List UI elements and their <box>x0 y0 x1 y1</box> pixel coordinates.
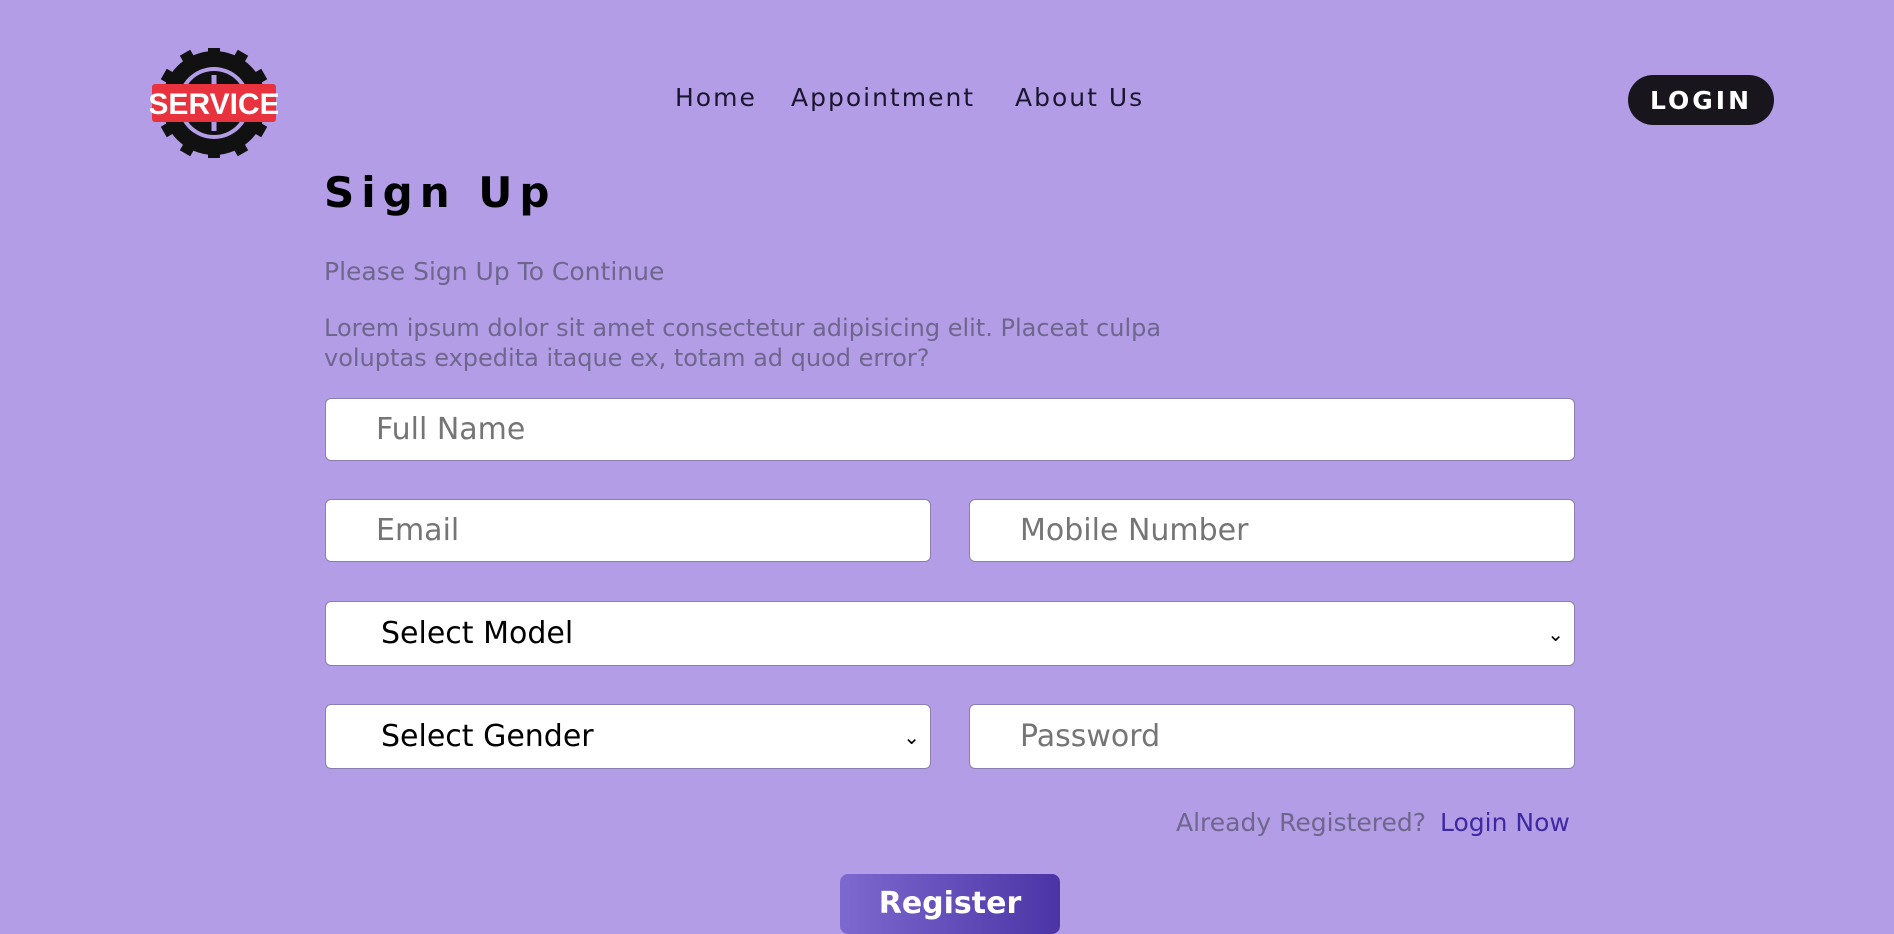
logo-text: SERVICE <box>150 88 278 121</box>
page-subtitle: Please Sign Up To Continue <box>324 257 665 286</box>
password-input[interactable]: Password <box>969 704 1575 769</box>
login-button[interactable]: LOGIN <box>1628 75 1774 125</box>
mobile-number-placeholder: Mobile Number <box>1020 513 1249 548</box>
gender-select[interactable]: Select Gender ⌄ <box>325 704 931 769</box>
mobile-number-input[interactable]: Mobile Number <box>969 499 1575 562</box>
chevron-down-icon: ⌄ <box>903 724 920 749</box>
page-title: Sign Up <box>324 168 557 217</box>
chevron-down-icon: ⌄ <box>1547 621 1564 646</box>
already-registered-text: Already Registered? <box>1176 808 1426 837</box>
service-logo[interactable]: SERVICE <box>148 45 280 161</box>
login-now-link[interactable]: Login Now <box>1440 808 1570 837</box>
email-placeholder: Email <box>376 513 460 548</box>
nav-item-home[interactable]: Home <box>675 83 757 112</box>
email-input[interactable]: Email <box>325 499 931 562</box>
model-select[interactable]: Select Model ⌄ <box>325 601 1575 666</box>
password-placeholder: Password <box>1020 719 1161 754</box>
gender-select-value: Select Gender <box>381 719 594 754</box>
nav-item-appointment[interactable]: Appointment <box>791 83 975 112</box>
tire-gear-icon: SERVICE <box>148 45 280 161</box>
full-name-placeholder: Full Name <box>376 412 526 447</box>
model-select-value: Select Model <box>381 616 574 651</box>
full-name-input[interactable]: Full Name <box>325 398 1575 461</box>
nav-item-about-us[interactable]: About Us <box>1015 83 1144 112</box>
page-description: Lorem ipsum dolor sit amet consectetur a… <box>324 314 1162 372</box>
register-button[interactable]: Register <box>840 874 1060 934</box>
